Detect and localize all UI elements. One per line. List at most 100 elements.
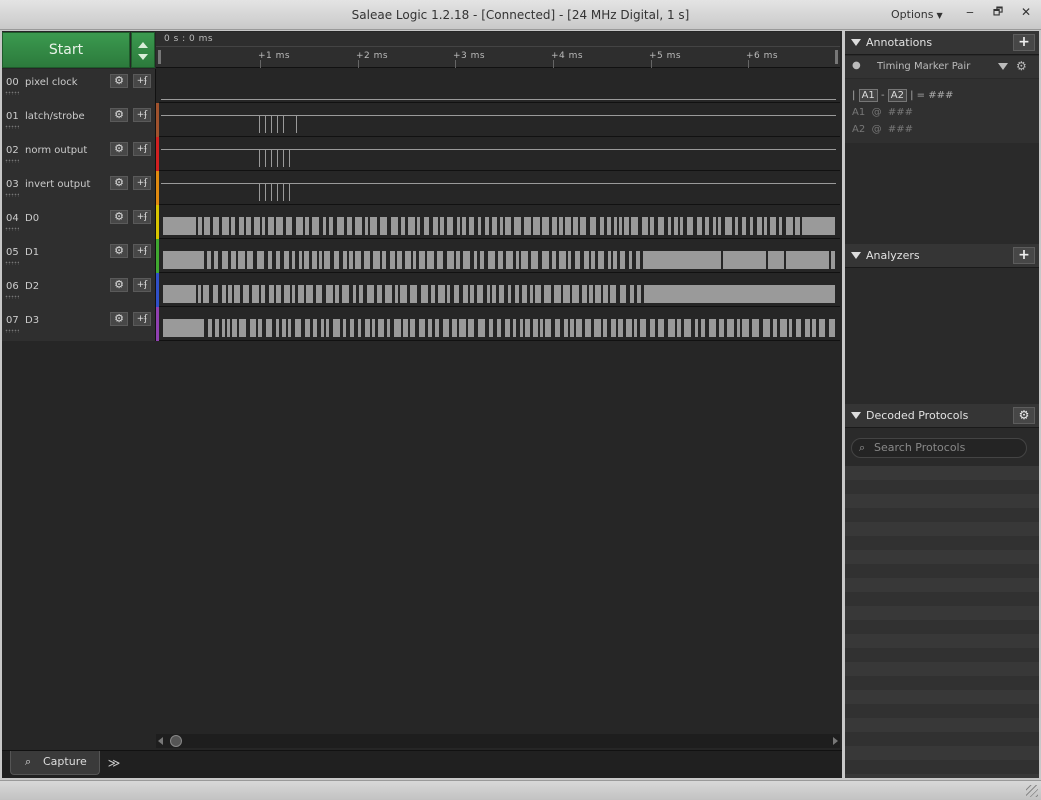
channel-settings-button[interactable]: ⚙: [110, 74, 128, 88]
start-button[interactable]: Start: [2, 32, 130, 68]
channel-row[interactable]: 02 norm output ⚙ +ʄ: [2, 137, 840, 171]
channel-trigger-button[interactable]: +ʄ: [133, 210, 151, 224]
waveform-burst: [225, 319, 227, 337]
tab-overflow-button[interactable]: ≫: [102, 753, 126, 775]
annotations-header[interactable]: Annotations +: [845, 31, 1039, 55]
channel-settings-button[interactable]: ⚙: [110, 142, 128, 156]
channel-waveform[interactable]: [161, 239, 836, 273]
channel-waveform[interactable]: [161, 103, 836, 137]
timing-marker-pair-row[interactable]: ● Timing Marker Pair ⚙: [845, 56, 1039, 78]
drag-handle-icon[interactable]: [5, 159, 19, 163]
channel-settings-button[interactable]: ⚙: [110, 210, 128, 224]
waveform-burst: [361, 251, 364, 269]
analyzers-header[interactable]: Analyzers +: [845, 244, 1039, 268]
waveform-burst: [251, 217, 254, 235]
drag-handle-icon[interactable]: [5, 193, 19, 197]
decoded-protocols-header[interactable]: Decoded Protocols ⚙: [845, 404, 1039, 428]
drag-handle-icon[interactable]: [5, 227, 19, 231]
restore-button[interactable]: 🗗: [986, 2, 1010, 22]
channel-label[interactable]: 00 pixel clock ⚙ +ʄ: [2, 69, 156, 103]
channel-name[interactable]: D1: [25, 247, 39, 258]
waveform-burst: [616, 319, 618, 337]
close-button[interactable]: ✕: [1014, 2, 1038, 22]
capture-settings-button[interactable]: [131, 32, 155, 68]
drag-handle-icon[interactable]: [5, 261, 19, 265]
channel-label[interactable]: 03 invert output ⚙ +ʄ: [2, 171, 156, 205]
channel-label[interactable]: 06 D2 ⚙ +ʄ: [2, 273, 156, 307]
search-protocols-input[interactable]: ⌕ Search Protocols: [851, 438, 1027, 458]
scroll-left-icon[interactable]: [158, 737, 163, 745]
horizontal-scrollbar[interactable]: [156, 734, 840, 748]
scroll-right-icon[interactable]: [833, 737, 838, 745]
channel-trigger-button[interactable]: +ʄ: [133, 244, 151, 258]
collapse-triangle-icon[interactable]: [851, 412, 861, 419]
add-analyzer-button[interactable]: +: [1013, 247, 1035, 264]
channel-row[interactable]: 07 D3 ⚙ +ʄ: [2, 307, 840, 341]
channel-label[interactable]: 05 D1 ⚙ +ʄ: [2, 239, 156, 273]
channel-waveform[interactable]: [161, 273, 836, 307]
waveform-burst: [556, 251, 559, 269]
channel-trigger-button[interactable]: +ʄ: [133, 176, 151, 190]
waveform-burst: [566, 251, 568, 269]
channel-name[interactable]: pixel clock: [25, 77, 78, 88]
channel-waveform[interactable]: [161, 307, 836, 341]
drag-handle-icon[interactable]: [5, 295, 19, 299]
channel-settings-button[interactable]: ⚙: [110, 176, 128, 190]
channel-row[interactable]: 05 D1 ⚙ +ʄ: [2, 239, 840, 273]
drag-handle-icon[interactable]: [5, 91, 19, 95]
channel-name[interactable]: latch/strobe: [25, 111, 85, 122]
channel-waveform[interactable]: [161, 205, 836, 239]
channel-label[interactable]: 01 latch/strobe ⚙ +ʄ: [2, 103, 156, 137]
channel-trigger-button[interactable]: +ʄ: [133, 74, 151, 88]
channel-name[interactable]: D0: [25, 213, 39, 224]
collapse-triangle-icon[interactable]: [851, 39, 861, 46]
gear-icon[interactable]: ⚙: [1016, 59, 1027, 73]
channel-waveform[interactable]: [161, 171, 836, 205]
decoded-protocols-settings-button[interactable]: ⚙: [1013, 407, 1035, 424]
channel-trigger-button[interactable]: +ʄ: [133, 108, 151, 122]
channel-name[interactable]: D2: [25, 281, 39, 292]
minimize-button[interactable]: ‒: [958, 2, 982, 22]
drag-handle-icon[interactable]: [5, 125, 19, 129]
channel-label[interactable]: 07 D3 ⚙ +ʄ: [2, 307, 156, 341]
add-annotation-button[interactable]: +: [1013, 34, 1035, 51]
marker-a1-badge[interactable]: A1: [858, 89, 878, 102]
waveform-burst: [561, 285, 563, 303]
channel-row[interactable]: 06 D2 ⚙ +ʄ: [2, 273, 840, 307]
channel-waveform[interactable]: [161, 137, 836, 171]
channel-trigger-button[interactable]: +ʄ: [133, 312, 151, 326]
channel-trigger-button[interactable]: +ʄ: [133, 278, 151, 292]
resize-grip-icon[interactable]: [1026, 785, 1038, 797]
waveform-burst: [163, 251, 835, 269]
time-ruler[interactable]: 0 s : 0 ms +1 ms +2 ms +3 ms +4 ms +5 ms…: [156, 32, 840, 68]
channel-settings-button[interactable]: ⚙: [110, 108, 128, 122]
scrollbar-thumb[interactable]: [170, 735, 182, 747]
waveform-burst: [402, 251, 405, 269]
channel-settings-button[interactable]: ⚙: [110, 244, 128, 258]
channel-row[interactable]: 01 latch/strobe ⚙ +ʄ: [2, 103, 840, 137]
channel-trigger-button[interactable]: +ʄ: [133, 142, 151, 156]
channel-label[interactable]: 02 norm output ⚙ +ʄ: [2, 137, 156, 171]
channel-row[interactable]: 03 invert output ⚙ +ʄ: [2, 171, 840, 205]
channel-name[interactable]: D3: [25, 315, 39, 326]
waveform-burst: [416, 251, 419, 269]
channel-name[interactable]: invert output: [25, 179, 90, 190]
channel-row[interactable]: 00 pixel clock ⚙ +ʄ: [2, 69, 840, 103]
collapse-triangle-icon[interactable]: [851, 252, 861, 259]
marker-a2-badge[interactable]: A2: [887, 89, 907, 102]
dropdown-icon[interactable]: [998, 63, 1008, 70]
waveform-burst: [608, 285, 610, 303]
tab-capture[interactable]: ⌕ Capture: [10, 751, 100, 775]
ruler-right-handle[interactable]: [835, 50, 838, 64]
channel-waveform[interactable]: [161, 69, 836, 103]
drag-handle-icon[interactable]: [5, 329, 19, 333]
channel-row[interactable]: 04 D0 ⚙ +ʄ: [2, 205, 840, 239]
channel-settings-button[interactable]: ⚙: [110, 312, 128, 326]
channel-label[interactable]: 04 D0 ⚙ +ʄ: [2, 205, 156, 239]
options-menu[interactable]: Options ▼: [891, 8, 943, 21]
channel-name[interactable]: norm output: [25, 145, 87, 156]
channel-settings-button[interactable]: ⚙: [110, 278, 128, 292]
ruler-left-handle[interactable]: [158, 50, 161, 64]
waveform-burst: [387, 217, 391, 235]
decoded-protocols-list[interactable]: [845, 466, 1039, 778]
